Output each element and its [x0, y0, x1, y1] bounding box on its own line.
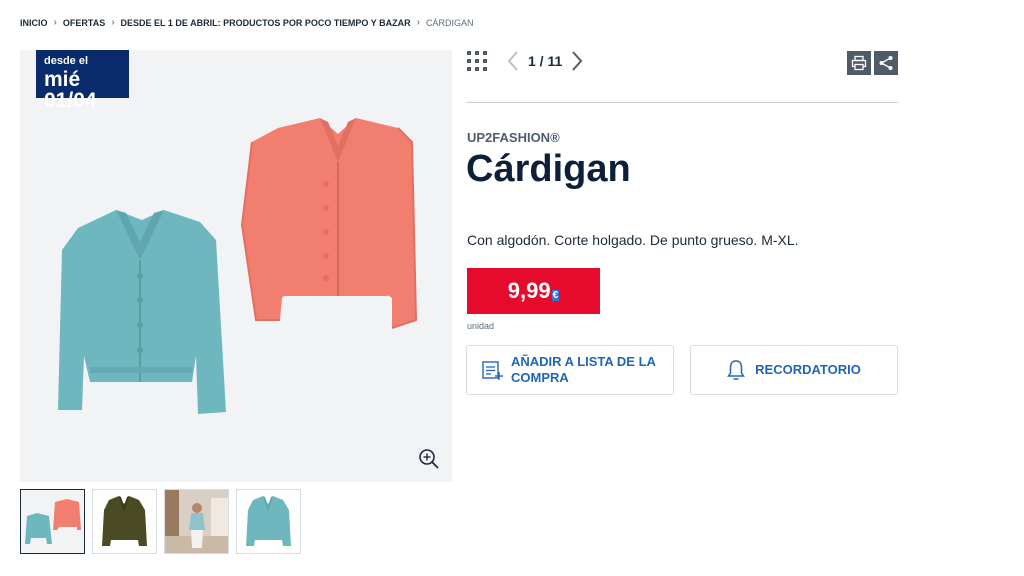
cardigans-image: [58, 118, 418, 414]
add-to-shopping-list-label: AÑADIR A LISTA DE LA COMPRA: [511, 354, 656, 385]
print-icon: [851, 55, 867, 71]
breadcrumb-current: CÁRDIGAN: [425, 17, 474, 28]
add-to-shopping-list-button[interactable]: AÑADIR A LISTA DE LA COMPRA: [466, 345, 674, 395]
thumbnail-strip: [20, 489, 301, 554]
teal-cardigan: [58, 210, 226, 414]
breadcrumb-separator-icon: ›: [111, 17, 115, 28]
breadcrumb-ofertas[interactable]: OFERTAS: [63, 18, 105, 28]
tool-buttons: [847, 51, 898, 75]
breadcrumb-inicio[interactable]: INICIO: [20, 18, 48, 28]
grid-icon[interactable]: [466, 50, 488, 72]
breadcrumb: INICIO › OFERTAS › DESDE EL 1 DE ABRIL: …: [20, 17, 473, 28]
thumbnail-1[interactable]: [20, 489, 85, 554]
coral-cardigan: [240, 118, 418, 329]
product-brand: UP2FASHION®: [467, 130, 560, 145]
chevron-left-icon[interactable]: [506, 50, 520, 72]
share-icon: [879, 56, 893, 70]
main-product-image[interactable]: desde el mié 01/04: [20, 50, 452, 482]
product-title: Cárdigan: [466, 148, 631, 190]
breadcrumb-separator-icon: ›: [53, 17, 57, 28]
price-unit: unidad: [467, 321, 495, 331]
date-badge: desde el mié 01/04: [36, 50, 129, 111]
thumbnail-4[interactable]: [236, 489, 301, 554]
product-description: Con algodón. Corte holgado. De punto gru…: [467, 232, 799, 248]
image-pager: 1 / 11: [466, 50, 584, 72]
list-add-icon: [482, 361, 503, 380]
reminder-label: RECORDATORIO: [755, 362, 861, 377]
share-button[interactable]: [874, 51, 898, 75]
divider: [466, 102, 898, 103]
thumbnail-3[interactable]: [164, 489, 229, 554]
reminder-button[interactable]: RECORDATORIO: [690, 345, 898, 395]
thumbnail-2[interactable]: [92, 489, 157, 554]
print-button[interactable]: [847, 51, 871, 75]
price-currency: €: [551, 289, 560, 301]
breadcrumb-desde-el-1-de-abril[interactable]: DESDE EL 1 DE ABRIL: PRODUCTOS POR POCO …: [121, 18, 411, 28]
breadcrumb-separator-icon: ›: [416, 17, 420, 28]
zoom-in-icon[interactable]: [418, 448, 440, 470]
price-amount: 9,99: [507, 278, 551, 303]
bell-icon: [727, 360, 746, 380]
date-badge-line2: mié 01/04: [44, 68, 97, 112]
date-badge-line1: desde el: [44, 55, 89, 67]
chevron-right-icon[interactable]: [570, 50, 584, 72]
pager-count: 1 / 11: [528, 53, 563, 69]
price-box: 9,99 €: [467, 268, 600, 314]
